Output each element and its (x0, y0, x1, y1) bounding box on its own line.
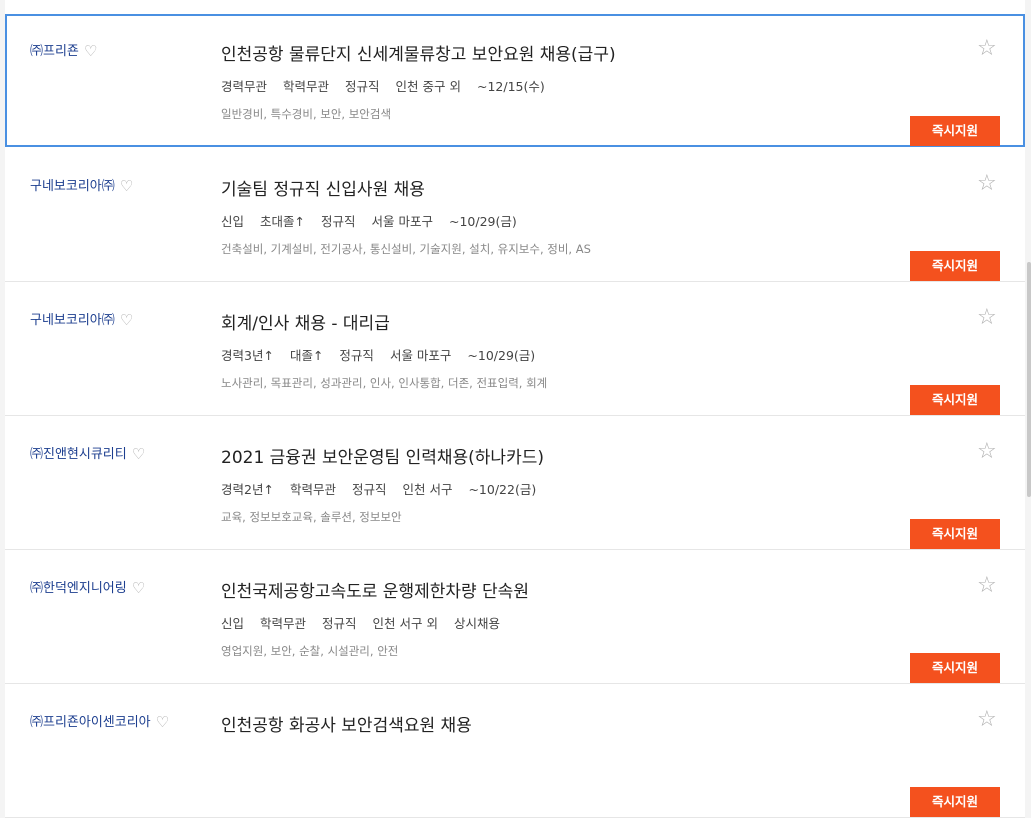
job-listing-row[interactable]: ㈜프리죤 ♡ 인천공항 물류단지 신세계물류창고 보안요원 채용(급구) 경력무관… (5, 14, 1025, 147)
company-name-text[interactable]: ㈜한덕엔지니어링 (30, 581, 127, 596)
heart-icon[interactable]: ♡ (84, 42, 97, 60)
job-title[interactable]: 회계/인사 채용 - 대리급 (221, 309, 390, 334)
condition-location: 서울 마포구 (371, 214, 433, 229)
condition-employment-type: 정규직 (351, 482, 387, 497)
job-listing-row[interactable]: ㈜진앤현시큐리티 ♡ 2021 금융권 보안운영팀 인력채용(하나카드) 경력2년… (5, 417, 1025, 550)
heart-icon[interactable]: ♡ (132, 445, 145, 463)
star-icon[interactable]: ☆ (977, 38, 997, 60)
scrollbar-thumb[interactable] (1027, 262, 1031, 497)
company-name-text[interactable]: 구네보코리아㈜ (30, 179, 115, 194)
condition-location: 인천 중구 외 (395, 79, 461, 94)
company-name-text[interactable]: 구네보코리아㈜ (30, 313, 115, 328)
job-conditions: 경력3년↑ 대졸↑ 정규직 서울 마포구 ~10/29(금) (221, 345, 551, 364)
condition-experience: 경력무관 (221, 79, 268, 94)
job-title[interactable]: 인천국제공항고속도로 운행제한차량 단속원 (221, 577, 529, 602)
condition-experience: 경력3년↑ (221, 348, 274, 363)
condition-experience: 경력2년↑ (221, 482, 274, 497)
heart-icon[interactable]: ♡ (120, 311, 133, 329)
condition-deadline: ~12/15(수) (477, 79, 545, 94)
condition-employment-type: 정규직 (322, 616, 357, 631)
company-name[interactable]: ㈜프리죤아이센코리아 ♡ (30, 711, 169, 731)
job-title[interactable]: 기술팀 정규직 신입사원 채용 (221, 175, 425, 200)
condition-employment-type: 정규직 (345, 79, 380, 94)
apply-now-button[interactable]: 즉시지원 (910, 251, 1000, 281)
job-title[interactable]: 인천공항 물류단지 신세계물류창고 보안요원 채용(급구) (221, 40, 616, 65)
heart-icon[interactable]: ♡ (156, 713, 169, 731)
condition-deadline: ~10/29(금) (467, 348, 536, 363)
condition-employment-type: 정규직 (321, 214, 356, 229)
apply-now-button[interactable]: 즉시지원 (910, 653, 1000, 683)
company-name-text[interactable]: ㈜진앤현시큐리티 (30, 447, 127, 462)
condition-deadline: ~10/29(금) (449, 214, 517, 229)
condition-education: 대졸↑ (289, 348, 324, 363)
apply-now-button[interactable]: 즉시지원 (910, 519, 1000, 549)
job-conditions: 경력2년↑ 학력무관 정규직 인천 서구 ~10/22(금) (221, 479, 552, 498)
job-tags: 영업지원, 보안, 순찰, 시설관리, 안전 (221, 644, 399, 658)
job-listing-row[interactable]: ㈜프리죤아이센코리아 ♡ 인천공항 화공사 보안검색요원 채용 ☆ 즉시지원 (5, 685, 1025, 818)
condition-location: 인천 서구 (402, 482, 453, 497)
job-listing-row[interactable]: 구네보코리아㈜ ♡ 회계/인사 채용 - 대리급 경력3년↑ 대졸↑ 정규직 서울 마포… (5, 283, 1025, 416)
company-name[interactable]: 구네보코리아㈜ ♡ (30, 175, 133, 195)
company-name[interactable]: ㈜한덕엔지니어링 ♡ (30, 577, 145, 597)
job-conditions: 경력무관 학력무관 정규직 인천 중구 외 ~12/15(수) (221, 76, 561, 95)
condition-experience: 신입 (221, 214, 245, 229)
job-tags: 건축설비, 기계설비, 전기공사, 통신설비, 기술지원, 설치, 유지보수, … (221, 242, 591, 256)
company-name[interactable]: 구네보코리아㈜ ♡ (30, 309, 133, 329)
job-conditions: 신입 학력무관 정규직 인천 서구 외 상시채용 (221, 613, 516, 632)
company-name[interactable]: ㈜프리죤 ♡ (30, 40, 97, 60)
condition-education: 학력무관 (260, 616, 307, 631)
job-listing-row[interactable]: ㈜한덕엔지니어링 ♡ 인천국제공항고속도로 운행제한차량 단속원 신입 학력무관 정규… (5, 551, 1025, 684)
job-listing-list: ㈜프리죤 ♡ 인천공항 물류단지 신세계물류창고 보안요원 채용(급구) 경력무관… (5, 0, 1025, 818)
heart-icon[interactable]: ♡ (120, 177, 133, 195)
condition-deadline: 상시채용 (454, 616, 501, 631)
condition-employment-type: 정규직 (339, 348, 374, 363)
company-name-text[interactable]: ㈜프리죤아이센코리아 (30, 715, 151, 730)
condition-location: 인천 서구 외 (372, 616, 438, 631)
job-tags: 일반경비, 특수경비, 보안, 보안검색 (221, 107, 392, 121)
company-name[interactable]: ㈜진앤현시큐리티 ♡ (30, 443, 145, 463)
apply-now-button[interactable]: 즉시지원 (910, 787, 1000, 817)
job-listing-row[interactable]: 구네보코리아㈜ ♡ 기술팀 정규직 신입사원 채용 신입 초대졸↑ 정규직 서울 마포구… (5, 149, 1025, 282)
condition-education: 학력무관 (289, 482, 336, 497)
star-icon[interactable]: ☆ (977, 575, 997, 597)
job-tags: 노사관리, 목표관리, 성과관리, 인사, 인사통합, 더존, 전표입력, 회계 (221, 376, 548, 390)
star-icon[interactable]: ☆ (977, 709, 997, 731)
star-icon[interactable]: ☆ (977, 307, 997, 329)
job-title[interactable]: 인천공항 화공사 보안검색요원 채용 (221, 711, 472, 736)
star-icon[interactable]: ☆ (977, 441, 997, 463)
apply-now-button[interactable]: 즉시지원 (910, 385, 1000, 415)
heart-icon[interactable]: ♡ (132, 579, 145, 597)
condition-education: 초대졸↑ (260, 214, 305, 229)
star-icon[interactable]: ☆ (977, 173, 997, 195)
job-conditions: 신입 초대졸↑ 정규직 서울 마포구 ~10/29(금) (221, 211, 533, 230)
company-name-text[interactable]: ㈜프리죤 (30, 44, 79, 59)
job-tags: 교육, 정보보호교육, 솔루션, 정보보안 (221, 510, 402, 524)
job-title[interactable]: 2021 금융권 보안운영팀 인력채용(하나카드) (221, 443, 544, 468)
condition-education: 학력무관 (283, 79, 330, 94)
condition-experience: 신입 (221, 616, 245, 631)
apply-now-button[interactable]: 즉시지원 (910, 116, 1000, 146)
condition-location: 서울 마포구 (389, 348, 452, 363)
condition-deadline: ~10/22(금) (468, 482, 537, 497)
